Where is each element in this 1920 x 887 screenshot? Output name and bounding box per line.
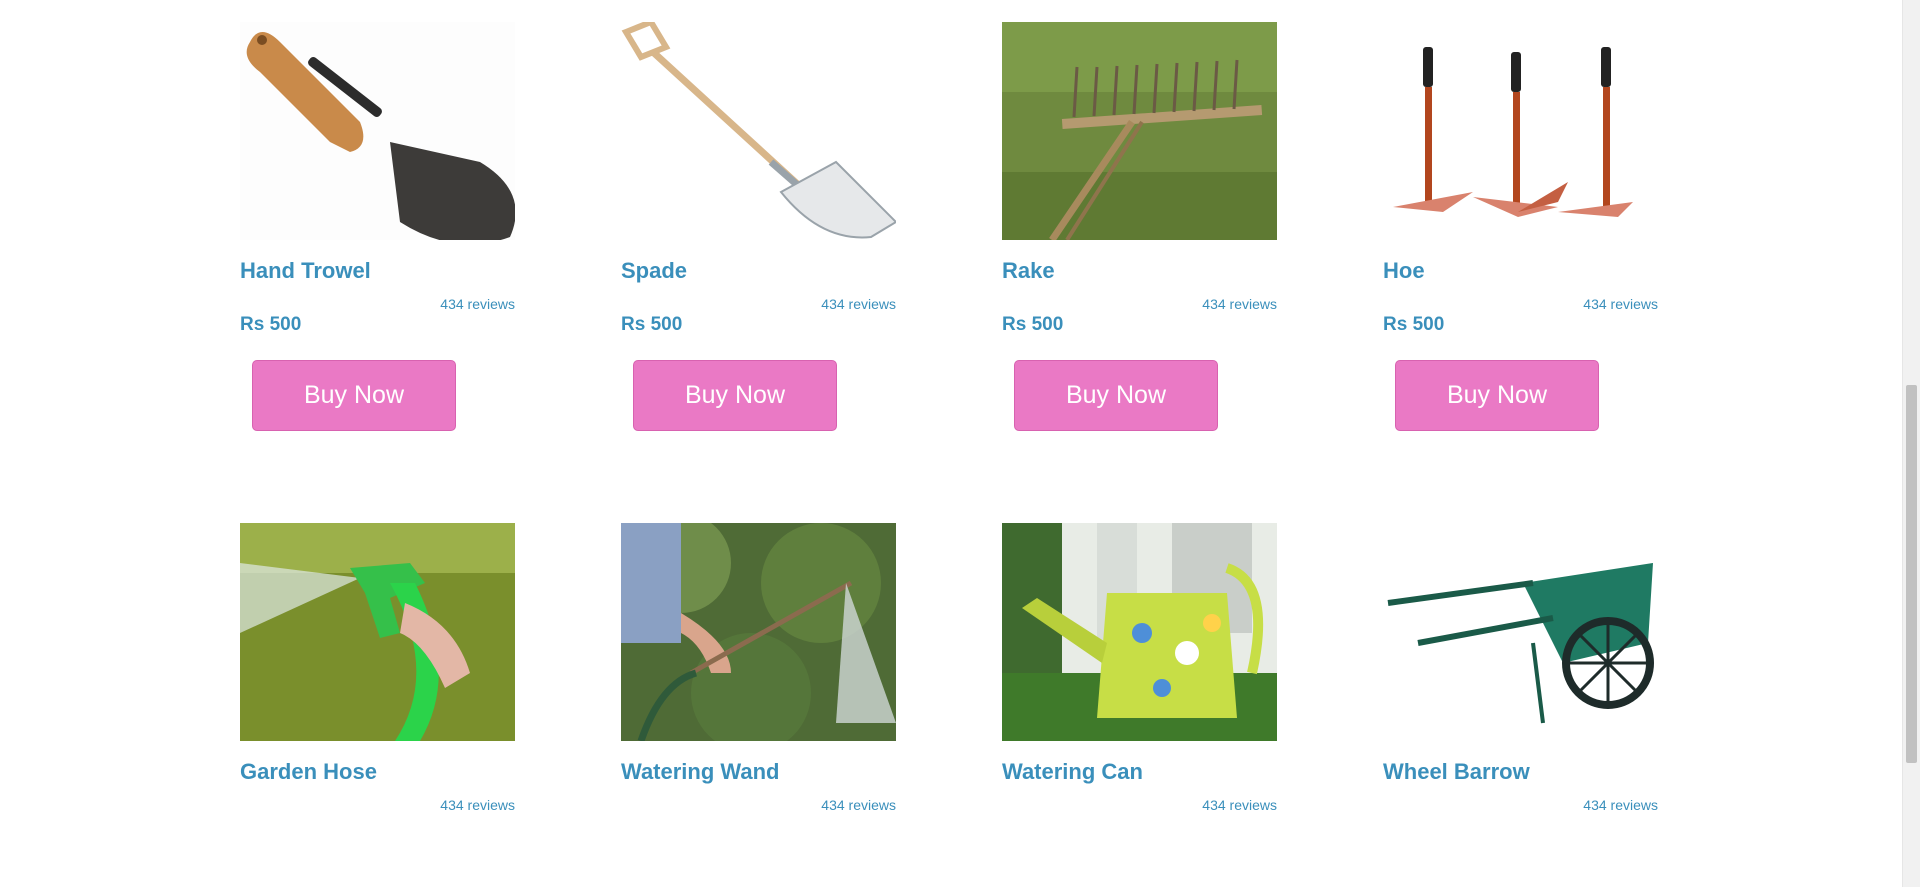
product-grid: Hand Trowel 434 reviews Rs 500 Buy Now S… bbox=[240, 22, 1658, 839]
garden-hose-image[interactable] bbox=[240, 523, 515, 741]
product-meta: 434 reviews bbox=[240, 787, 515, 839]
product-meta: 434 reviews Rs 500 bbox=[240, 286, 515, 338]
reviews-link[interactable]: 434 reviews bbox=[440, 797, 515, 813]
product-card-rake: Rake 434 reviews Rs 500 Buy Now bbox=[1002, 22, 1277, 431]
product-title[interactable]: Watering Wand bbox=[621, 757, 896, 787]
buy-now-button[interactable]: Buy Now bbox=[633, 360, 837, 431]
product-meta: 434 reviews bbox=[621, 787, 896, 839]
reviews-link[interactable]: 434 reviews bbox=[821, 797, 896, 813]
product-title[interactable]: Wheel Barrow bbox=[1383, 757, 1658, 787]
rake-image[interactable] bbox=[1002, 22, 1277, 240]
reviews-link[interactable]: 434 reviews bbox=[1202, 296, 1277, 312]
product-price: Rs 500 bbox=[240, 314, 302, 335]
buy-now-button[interactable]: Buy Now bbox=[252, 360, 456, 431]
reviews-link[interactable]: 434 reviews bbox=[440, 296, 515, 312]
product-card-garden-hose: Garden Hose 434 reviews bbox=[240, 523, 515, 839]
buy-now-button[interactable]: Buy Now bbox=[1395, 360, 1599, 431]
product-meta: 434 reviews bbox=[1383, 787, 1658, 839]
product-price: Rs 500 bbox=[1383, 314, 1445, 335]
reviews-link[interactable]: 434 reviews bbox=[1583, 296, 1658, 312]
product-card-hoe: Hoe 434 reviews Rs 500 Buy Now bbox=[1383, 22, 1658, 431]
product-meta: 434 reviews bbox=[1002, 787, 1277, 839]
product-title[interactable]: Garden Hose bbox=[240, 757, 515, 787]
product-price: Rs 500 bbox=[621, 314, 683, 335]
watering-can-image[interactable] bbox=[1002, 523, 1277, 741]
product-card-hand-trowel: Hand Trowel 434 reviews Rs 500 Buy Now bbox=[240, 22, 515, 431]
product-card-watering-can: Watering Can 434 reviews bbox=[1002, 523, 1277, 839]
scrollbar-thumb[interactable] bbox=[1906, 385, 1917, 763]
hoe-image[interactable] bbox=[1383, 22, 1658, 240]
product-card-watering-wand: Watering Wand 434 reviews bbox=[621, 523, 896, 839]
reviews-link[interactable]: 434 reviews bbox=[821, 296, 896, 312]
hand-trowel-image[interactable] bbox=[240, 22, 515, 240]
vertical-scrollbar[interactable] bbox=[1902, 0, 1920, 887]
product-meta: 434 reviews Rs 500 bbox=[621, 286, 896, 338]
product-title[interactable]: Spade bbox=[621, 256, 896, 286]
spade-image[interactable] bbox=[621, 22, 896, 240]
product-price: Rs 500 bbox=[1002, 314, 1064, 335]
watering-wand-image[interactable] bbox=[621, 523, 896, 741]
product-title[interactable]: Rake bbox=[1002, 256, 1277, 286]
product-title[interactable]: Hoe bbox=[1383, 256, 1658, 286]
product-title[interactable]: Watering Can bbox=[1002, 757, 1277, 787]
wheel-barrow-image[interactable] bbox=[1383, 523, 1658, 741]
reviews-link[interactable]: 434 reviews bbox=[1583, 797, 1658, 813]
product-card-spade: Spade 434 reviews Rs 500 Buy Now bbox=[621, 22, 896, 431]
product-card-wheel-barrow: Wheel Barrow 434 reviews bbox=[1383, 523, 1658, 839]
reviews-link[interactable]: 434 reviews bbox=[1202, 797, 1277, 813]
buy-now-button[interactable]: Buy Now bbox=[1014, 360, 1218, 431]
product-meta: 434 reviews Rs 500 bbox=[1383, 286, 1658, 338]
product-meta: 434 reviews Rs 500 bbox=[1002, 286, 1277, 338]
product-title[interactable]: Hand Trowel bbox=[240, 256, 515, 286]
